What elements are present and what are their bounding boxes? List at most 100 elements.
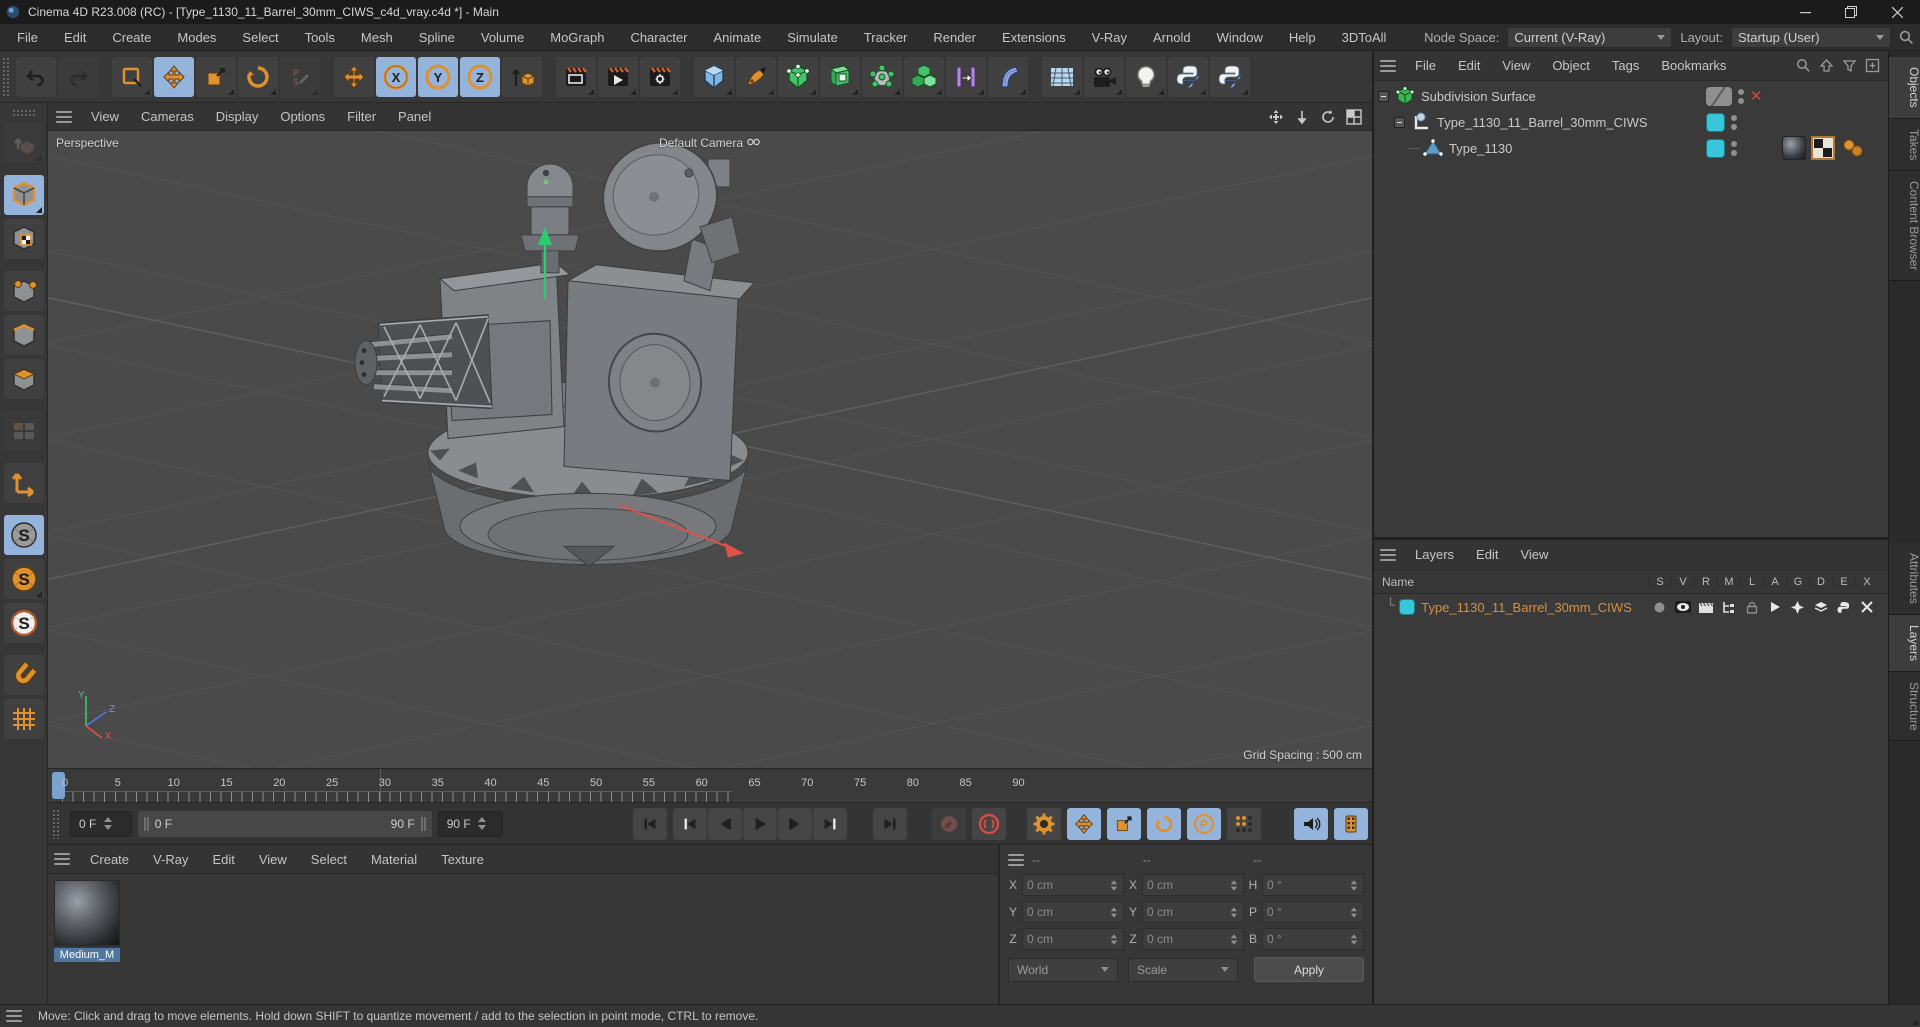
menu-item[interactable]: Window [1204, 26, 1276, 49]
menu-item[interactable]: Edit [51, 26, 99, 49]
menu-item[interactable]: Modes [164, 26, 229, 49]
render-settings-button[interactable] [640, 56, 680, 97]
material-thumbnail[interactable] [54, 880, 120, 946]
position-x-field[interactable]: 0 cm [1022, 873, 1124, 896]
keying-settings-button[interactable] [1027, 807, 1062, 840]
disabled-x-icon[interactable]: ✕ [1750, 89, 1763, 104]
coordinate-space-dropdown[interactable]: World [1008, 957, 1118, 982]
generator-button[interactable] [820, 56, 860, 97]
viewport-menu-item[interactable]: Filter [336, 106, 387, 127]
viewport-menu-icon[interactable] [56, 110, 72, 123]
visibility-icon[interactable] [1671, 601, 1694, 614]
key-rotation-button[interactable] [1147, 807, 1182, 840]
size-x-field[interactable]: 0 cm [1142, 873, 1244, 896]
stage-camera-button[interactable] [1084, 56, 1124, 97]
spinner-arrows-icon[interactable] [102, 815, 113, 833]
rotation-b-field[interactable]: 0 ° [1262, 927, 1364, 950]
tab-attributes[interactable]: Attributes [1889, 543, 1920, 615]
tab-content-browser[interactable]: Content Browser [1889, 171, 1920, 282]
visibility-dots[interactable] [1731, 140, 1737, 156]
tab-objects[interactable]: Objects [1889, 57, 1920, 119]
add-panel-icon[interactable] [1865, 58, 1880, 73]
object-manager-menu-icon[interactable] [1380, 59, 1396, 72]
menu-item[interactable]: Create [99, 26, 164, 49]
quantize-button[interactable] [3, 699, 44, 739]
xref-icon[interactable] [1855, 601, 1878, 614]
sound-toggle-button[interactable] [1293, 807, 1328, 840]
layers-column-header[interactable]: X [1855, 575, 1878, 588]
expressions-icon[interactable] [1832, 601, 1855, 614]
layer-color-chip[interactable] [1706, 138, 1725, 158]
object-label[interactable]: Type_1130 [1449, 141, 1512, 156]
object-label[interactable]: Subdivision Surface [1421, 89, 1536, 104]
view-rotate-icon[interactable] [1320, 109, 1336, 125]
material-menu-item[interactable]: Create [78, 849, 141, 870]
viewport-canvas[interactable]: Perspective Default Camera Grid Spacing … [48, 131, 1372, 768]
spinner-arrows-icon[interactable] [1229, 931, 1238, 945]
spinner-arrows-icon[interactable] [1229, 877, 1238, 891]
z-axis-lock-button[interactable]: Z [460, 56, 500, 97]
menu-item[interactable]: 3DToAll [1329, 26, 1400, 49]
visibility-dots[interactable] [1738, 88, 1744, 104]
position-y-field[interactable]: 0 cm [1022, 900, 1124, 923]
play-button[interactable] [742, 807, 777, 840]
expand-toggle-icon[interactable] [1378, 90, 1389, 102]
snap-settings-button[interactable]: S [3, 603, 44, 643]
menu-item[interactable]: Help [1276, 26, 1329, 49]
material-name[interactable]: Medium_M [54, 948, 120, 962]
menu-item[interactable]: Select [229, 26, 291, 49]
goto-end-button[interactable] [872, 807, 907, 840]
animation-icon[interactable] [1763, 601, 1786, 614]
viewport-menu-item[interactable]: Options [269, 106, 336, 127]
key-pla-button[interactable] [1227, 807, 1262, 840]
view-label[interactable]: Perspective [56, 136, 119, 150]
status-menu-icon[interactable] [6, 1010, 22, 1022]
menu-item[interactable]: Character [617, 26, 700, 49]
solo-icon[interactable] [1648, 601, 1671, 614]
coordinate-system-button[interactable] [502, 56, 542, 97]
viewport-menu-item[interactable]: Display [205, 106, 270, 127]
material-list[interactable]: Medium_M [48, 874, 998, 1004]
render-icon[interactable] [1694, 601, 1717, 614]
palette-drag-handle[interactable] [11, 109, 36, 117]
polygon-mode-button[interactable] [3, 359, 44, 399]
undo-button[interactable] [16, 56, 56, 97]
menu-item[interactable]: Animate [701, 26, 775, 49]
object-manager-menu-item[interactable]: Bookmarks [1650, 55, 1737, 76]
viewport-menu-item[interactable]: Cameras [130, 106, 205, 127]
key-position-button[interactable] [1067, 807, 1102, 840]
y-axis-lock-button[interactable]: Y [418, 56, 458, 97]
node-space-dropdown[interactable]: Current (V-Ray) [1507, 26, 1673, 48]
viewport-menu-item[interactable]: Panel [387, 106, 442, 127]
size-z-field[interactable]: 0 cm [1142, 927, 1244, 950]
close-button[interactable] [1874, 0, 1920, 24]
model-mode-button[interactable] [3, 175, 44, 215]
layers-column-header[interactable]: S [1648, 575, 1671, 588]
menu-item[interactable]: V-Ray [1079, 26, 1140, 49]
magnet-button[interactable] [3, 655, 44, 695]
next-frame-button[interactable] [777, 807, 812, 840]
enable-snap-button[interactable]: S [3, 515, 44, 555]
rotate-tool-button[interactable] [238, 56, 278, 97]
pen-spline-button[interactable] [736, 56, 776, 97]
expand-toggle-icon[interactable] [1394, 116, 1405, 128]
viewport-menu-item[interactable]: View [80, 106, 130, 127]
controls-drag-handle[interactable] [52, 808, 61, 839]
lock-icon[interactable] [1740, 601, 1763, 614]
point-mode-button[interactable] [3, 271, 44, 311]
toolbar-drag-handle[interactable] [2, 56, 11, 97]
autokey-button[interactable] [971, 807, 1006, 840]
material-tag[interactable] [1782, 136, 1806, 160]
material-menu-icon[interactable] [54, 853, 70, 865]
apply-button[interactable]: Apply [1254, 957, 1364, 982]
visibility-dots[interactable] [1731, 114, 1737, 130]
layers-column-header[interactable]: E [1832, 575, 1855, 588]
move-axis-button[interactable] [334, 56, 374, 97]
uvw-tag[interactable] [1811, 136, 1835, 160]
layers-column-header[interactable]: D [1809, 575, 1832, 588]
search-icon[interactable] [1899, 30, 1914, 45]
next-key-button[interactable] [812, 807, 847, 840]
tab-layers[interactable]: Layers [1889, 614, 1920, 672]
bend-deformer-button[interactable] [988, 56, 1028, 97]
menu-item[interactable]: Tools [292, 26, 348, 49]
